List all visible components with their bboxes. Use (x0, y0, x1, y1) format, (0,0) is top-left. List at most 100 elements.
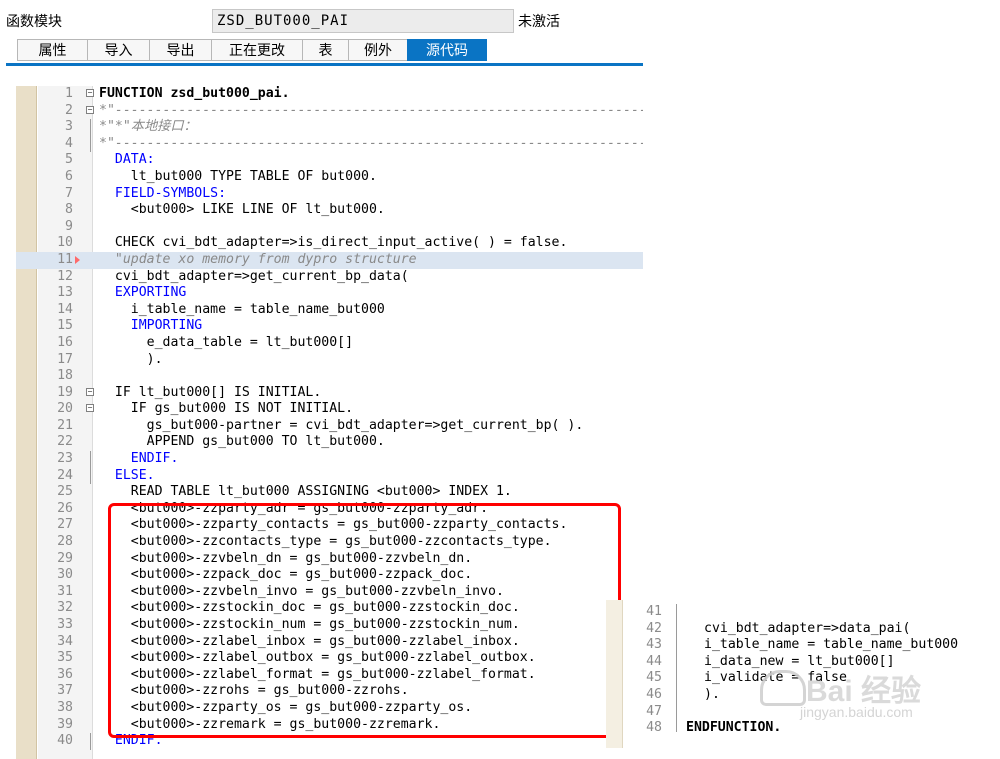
current-line-marker-icon (75, 255, 80, 264)
code-text: "update xo memory from dypro structure (99, 251, 417, 267)
inset-code-line: 43 i_table_name = table_name_but000 (606, 637, 1000, 654)
code-line[interactable]: 20 − IF gs_but000 IS NOT INITIAL. (16, 401, 643, 418)
code-text: IMPORTING (99, 318, 203, 334)
line-number: 31 (57, 583, 73, 599)
line-number: 40 (57, 733, 73, 749)
watermark-url: jingyan.baidu.com (800, 704, 913, 720)
tab-import[interactable]: 导入 (87, 39, 149, 61)
code-text: IF gs_but000 IS NOT INITIAL. (99, 401, 354, 417)
code-line[interactable]: 12 cvi_bdt_adapter=>get_current_bp_data( (16, 269, 643, 286)
code-line[interactable]: 25 READ TABLE lt_but000 ASSIGNING <but00… (16, 484, 643, 501)
line-number: 6 (65, 168, 73, 184)
code-line[interactable]: 21 gs_but000-partner = cvi_bdt_adapter=>… (16, 418, 643, 435)
line-number: 36 (57, 666, 73, 682)
line-number: 44 (646, 653, 662, 669)
code-text: lt_but000 TYPE TABLE OF but000. (99, 168, 377, 184)
code-line[interactable]: 22 APPEND gs_but000 TO lt_but000. (16, 434, 643, 451)
code-line[interactable]: 8 <but000> LIKE LINE OF lt_but000. (16, 202, 643, 219)
line-number: 46 (646, 686, 662, 702)
line-number: 26 (57, 500, 73, 516)
tab-underline (6, 63, 643, 66)
code-text: ENDIF. (99, 451, 179, 467)
line-number: 48 (646, 720, 662, 736)
code-line[interactable]: 13 EXPORTING (16, 285, 643, 302)
fold-toggle-icon[interactable]: − (86, 404, 94, 413)
code-text: READ TABLE lt_but000 ASSIGNING <but000> … (99, 484, 512, 500)
code-line[interactable]: 16 e_data_table = lt_but000[] (16, 335, 643, 352)
code-line[interactable]: 11 "update xo memory from dypro structur… (16, 251, 643, 269)
code-text: i_table_name = table_name_but000 (704, 637, 959, 653)
code-line[interactable]: 17 ). (16, 352, 643, 369)
line-number: 27 (57, 517, 73, 533)
code-text: cvi_bdt_adapter=>get_current_bp_data( (99, 268, 409, 284)
code-line[interactable]: 9 (16, 219, 643, 236)
code-text: ). (99, 351, 163, 367)
line-number: 16 (57, 334, 73, 350)
line-number: 1 (65, 86, 73, 101)
code-text: cvi_bdt_adapter=>data_pai( (704, 620, 911, 636)
line-number: 24 (57, 467, 73, 483)
inset-code-line: 42 cvi_bdt_adapter=>data_pai( (606, 621, 1000, 638)
code-line[interactable]: 6 lt_but000 TYPE TABLE OF but000. (16, 169, 643, 186)
line-number: 4 (65, 135, 73, 151)
fold-toggle-icon[interactable]: − (86, 387, 94, 396)
code-text: ELSE. (99, 467, 155, 483)
code-text: DATA: (99, 152, 155, 168)
line-number: 32 (57, 600, 73, 616)
code-line[interactable]: 23 ENDIF. (16, 451, 643, 468)
tab-export[interactable]: 导出 (149, 39, 211, 61)
line-number: 42 (646, 620, 662, 636)
line-number: 15 (57, 318, 73, 334)
code-line[interactable]: 14 i_table_name = table_name_but000 (16, 302, 643, 319)
function-module-label: 函数模块 (6, 13, 62, 29)
line-number: 17 (57, 351, 73, 367)
tab-exceptions[interactable]: 例外 (348, 39, 407, 61)
code-text: APPEND gs_but000 TO lt_but000. (99, 434, 385, 450)
inset-fold-line (676, 604, 677, 732)
code-line[interactable]: 3 *"*"本地接口： (16, 119, 643, 136)
line-number: 47 (646, 703, 662, 719)
fold-toggle-icon[interactable]: − (86, 105, 94, 114)
tab-strip: 属性 导入 导出 正在更改 表 例外 源代码 (17, 39, 487, 61)
watermark: Bai 经验 jingyan.baidu.com (760, 662, 980, 732)
line-number: 11 (57, 251, 73, 267)
code-text: ). (704, 686, 720, 702)
inset-code-line: 41 (606, 604, 1000, 621)
code-line[interactable]: 24 ELSE. (16, 467, 643, 485)
code-text: gs_but000-partner = cvi_bdt_adapter=>get… (99, 417, 584, 433)
code-text: IF lt_but000[] IS INITIAL. (99, 384, 322, 400)
line-number: 38 (57, 699, 73, 715)
line-number: 25 (57, 484, 73, 500)
line-number: 28 (57, 534, 73, 550)
function-name-field[interactable]: ZSD_BUT000_PAI (212, 9, 514, 33)
code-line[interactable]: 4 *"-------------------------------------… (16, 135, 643, 153)
fold-guide (90, 467, 91, 485)
code-line[interactable]: 19 − IF lt_but000[] IS INITIAL. (16, 385, 643, 402)
tab-changing[interactable]: 正在更改 (211, 39, 302, 61)
code-text: *"--------------------------------------… (99, 135, 643, 151)
code-line[interactable]: 2 − *"------------------------------------… (16, 103, 643, 120)
activation-status: 未激活 (518, 13, 560, 29)
line-number: 22 (57, 434, 73, 450)
code-text: EXPORTING (99, 285, 187, 301)
line-number: 20 (57, 401, 73, 417)
code-line[interactable]: 5 DATA: (16, 152, 643, 169)
line-number: 10 (57, 235, 73, 251)
code-line[interactable]: 1 − FUNCTION zsd_but000_pai. (16, 86, 643, 103)
tab-attributes[interactable]: 属性 (17, 39, 87, 61)
code-line[interactable]: 10 CHECK cvi_bdt_adapter=>is_direct_inpu… (16, 235, 643, 252)
line-number: 35 (57, 650, 73, 666)
fold-toggle-icon[interactable]: − (86, 89, 94, 97)
code-text: *"*"本地接口： (99, 119, 197, 135)
line-number: 45 (646, 670, 662, 686)
fold-guide (90, 119, 91, 136)
code-line[interactable]: 15 IMPORTING (16, 318, 643, 335)
tab-tables[interactable]: 表 (302, 39, 348, 61)
code-text: FUNCTION zsd_but000_pai. (99, 86, 290, 101)
line-number: 33 (57, 617, 73, 632)
code-line[interactable]: 18 (16, 368, 643, 385)
code-text: i_table_name = table_name_but000 (99, 301, 385, 317)
tab-source-code[interactable]: 源代码 (407, 39, 487, 61)
code-text: e_data_table = lt_but000[] (99, 334, 354, 350)
code-line[interactable]: 7 FIELD-SYMBOLS: (16, 186, 643, 203)
